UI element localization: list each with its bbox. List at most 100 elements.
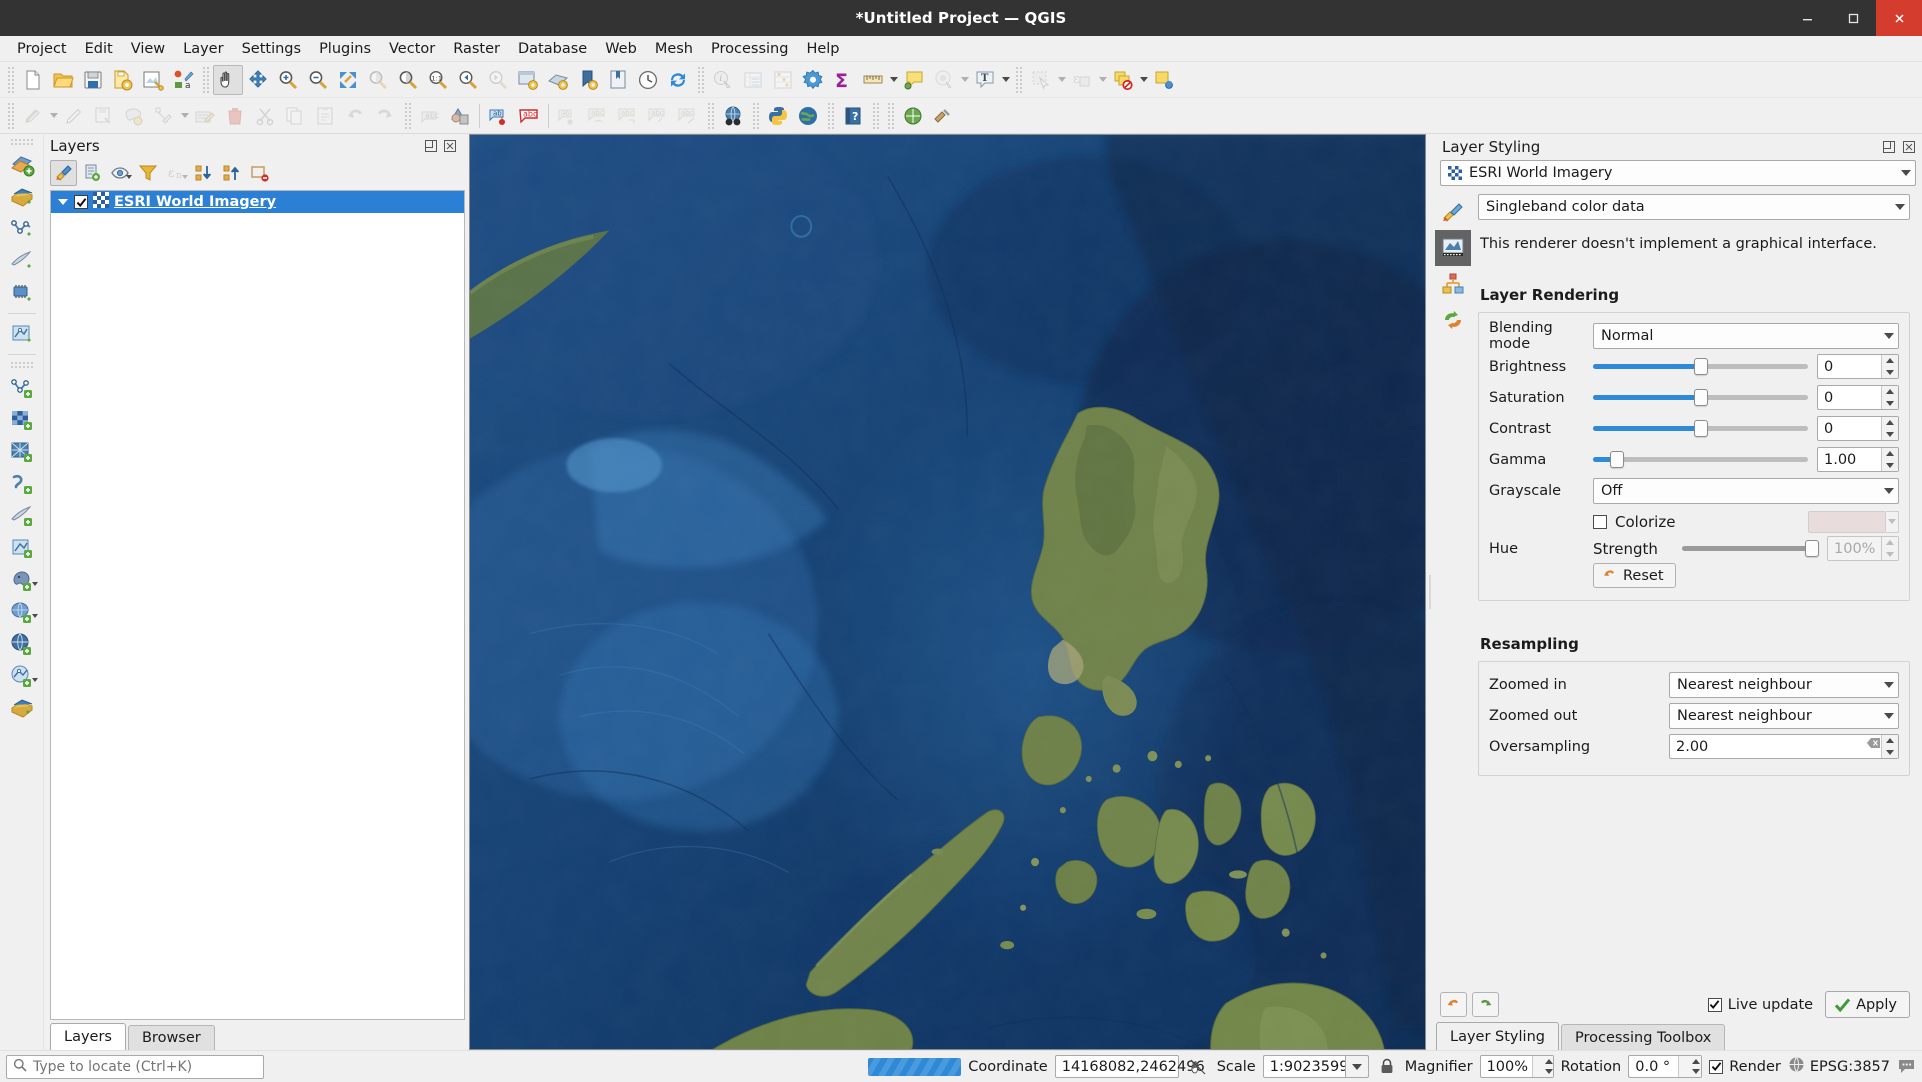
toggle-extents-icon[interactable] (1186, 1055, 1210, 1079)
menu-layer[interactable]: Layer (174, 39, 232, 59)
add-wfs-layer-icon[interactable] (5, 660, 39, 692)
blending-mode-combo[interactable]: Normal (1593, 322, 1899, 349)
close-button[interactable] (1876, 0, 1922, 36)
new-project-icon[interactable] (18, 65, 48, 95)
saturation-decrement[interactable] (1882, 398, 1898, 410)
brightness-input[interactable] (1818, 355, 1881, 378)
toggle-editing-icon[interactable] (59, 101, 89, 131)
help-icon[interactable]: ? (838, 101, 868, 131)
label-toolbar-grip[interactable] (403, 102, 412, 129)
add-wcs-layer-icon[interactable] (5, 692, 39, 724)
styling-close-panel-icon[interactable] (1901, 140, 1916, 155)
histogram-icon[interactable] (1435, 266, 1471, 302)
digitizing-toolbar-grip[interactable] (6, 102, 15, 129)
new-3d-map-view-icon[interactable] (543, 65, 573, 95)
undo-icon[interactable] (340, 101, 370, 131)
saturation-input[interactable] (1818, 386, 1881, 409)
new-gpx-layer-icon[interactable] (5, 532, 39, 564)
annotation-dropdown-caret[interactable] (1000, 66, 1011, 94)
strength-slider[interactable] (1681, 538, 1820, 560)
zoom-out-icon[interactable] (303, 65, 333, 95)
oversampling-decrement[interactable] (1882, 747, 1898, 759)
vertex-dropdown-caret[interactable] (179, 102, 190, 130)
symbology-icon[interactable] (1435, 194, 1471, 230)
pan-to-selection-icon[interactable] (243, 65, 273, 95)
new-map-note-icon[interactable] (1149, 65, 1179, 95)
strength-input[interactable] (1828, 537, 1881, 560)
show-hide-labels-icon[interactable]: abc (514, 101, 544, 131)
menu-project[interactable]: Project (8, 39, 76, 59)
tab-processing-toolbox[interactable]: Processing Toolbox (1560, 1024, 1726, 1050)
zoomed-out-combo[interactable]: Nearest neighbour (1669, 702, 1899, 729)
select-dropdown-caret[interactable] (1056, 66, 1067, 94)
identify-features-icon[interactable]: i (708, 65, 738, 95)
add-postgis-layer-icon[interactable] (5, 564, 39, 596)
vtoolbar-grip[interactable] (9, 138, 34, 146)
zoom-full-icon[interactable] (333, 65, 363, 95)
gamma-spinbox[interactable] (1817, 447, 1899, 472)
close-panel-icon[interactable] (442, 139, 457, 154)
live-update-control[interactable]: Live update (1707, 997, 1813, 1013)
modify-attributes-icon[interactable] (190, 101, 220, 131)
add-wms-layer-icon[interactable] (5, 628, 39, 660)
brightness-spinbox[interactable] (1817, 354, 1899, 379)
brightness-slider[interactable] (1593, 356, 1808, 378)
map-nav-toolbar-grip[interactable] (201, 66, 210, 93)
filter-expr-dropdown-caret[interactable] (182, 175, 188, 179)
locator-input[interactable] (33, 1058, 263, 1075)
grayscale-combo[interactable]: Off (1593, 477, 1899, 504)
add-group-icon[interactable] (78, 160, 105, 186)
gamma-slider[interactable] (1593, 449, 1808, 471)
contrast-spinbox[interactable] (1817, 416, 1899, 441)
styling-layer-selector[interactable]: ESRI World Imagery (1440, 160, 1916, 186)
edits-dropdown-caret[interactable] (48, 102, 59, 130)
menu-settings[interactable]: Settings (233, 39, 310, 59)
tab-layer-styling[interactable]: Layer Styling (1436, 1022, 1559, 1050)
toolbar-grip[interactable] (6, 66, 15, 93)
gamma-input[interactable] (1818, 448, 1881, 471)
collapse-all-icon[interactable] (218, 160, 245, 186)
temporal-controller-icon[interactable] (633, 65, 663, 95)
qgis-globe-icon[interactable] (793, 101, 823, 131)
rotation-spinbox[interactable]: 0.0 ° (1628, 1055, 1703, 1078)
processing-toolbar-grip[interactable] (886, 102, 895, 129)
rotate-label-icon[interactable]: abc (613, 101, 643, 131)
styling-redo-button[interactable] (1472, 992, 1499, 1017)
menu-mesh[interactable]: Mesh (646, 39, 702, 59)
show-bookmarks-icon[interactable] (603, 65, 633, 95)
saturation-spinbox[interactable] (1817, 385, 1899, 410)
chevron-down-icon[interactable] (1884, 332, 1894, 339)
oversampling-spinbox[interactable] (1669, 734, 1899, 759)
remove-layer-icon[interactable] (246, 160, 273, 186)
menu-processing[interactable]: Processing (702, 39, 797, 59)
save-project-as-icon[interactable] (108, 65, 138, 95)
chevron-down-icon[interactable] (1884, 712, 1894, 719)
filter-legend-icon[interactable] (134, 160, 161, 186)
vtoolbar-grip-2[interactable] (9, 361, 34, 369)
highlight-labels-icon[interactable]: ab (553, 101, 583, 131)
apply-button[interactable]: Apply (1825, 991, 1910, 1018)
label-toolbar-icon[interactable]: abc (415, 101, 445, 131)
refresh-icon[interactable] (663, 65, 693, 95)
sum-icon[interactable]: Σ (828, 65, 858, 95)
processing-toolbox-icon[interactable] (928, 101, 958, 131)
styling-undo-button[interactable] (1440, 992, 1467, 1017)
saturation-slider[interactable] (1593, 387, 1808, 409)
layer-item-esri-world-imagery[interactable]: ESRI World Imagery (51, 191, 464, 213)
new-vector-layer-icon[interactable] (5, 372, 39, 404)
contrast-slider[interactable] (1593, 418, 1808, 440)
gamma-decrement[interactable] (1882, 460, 1898, 472)
transparency-icon[interactable] (1435, 230, 1471, 266)
map-tips-icon[interactable] (899, 65, 929, 95)
show-unplaced-labels-icon[interactable]: abc (673, 101, 703, 131)
add-mesh-layer-icon[interactable] (5, 277, 39, 309)
manage-map-themes-icon[interactable] (106, 160, 133, 186)
undock-icon[interactable] (423, 139, 438, 154)
rendering-icon[interactable] (1435, 302, 1471, 338)
add-layer-group-icon[interactable] (5, 149, 39, 181)
expand-collapse-icon[interactable] (57, 196, 69, 208)
open-layer-styling-panel-icon[interactable] (50, 160, 77, 186)
select-features-icon[interactable] (1026, 65, 1056, 95)
layers-tree[interactable]: ESRI World Imagery (50, 190, 465, 1020)
attributes-toolbar-grip[interactable] (696, 66, 705, 93)
